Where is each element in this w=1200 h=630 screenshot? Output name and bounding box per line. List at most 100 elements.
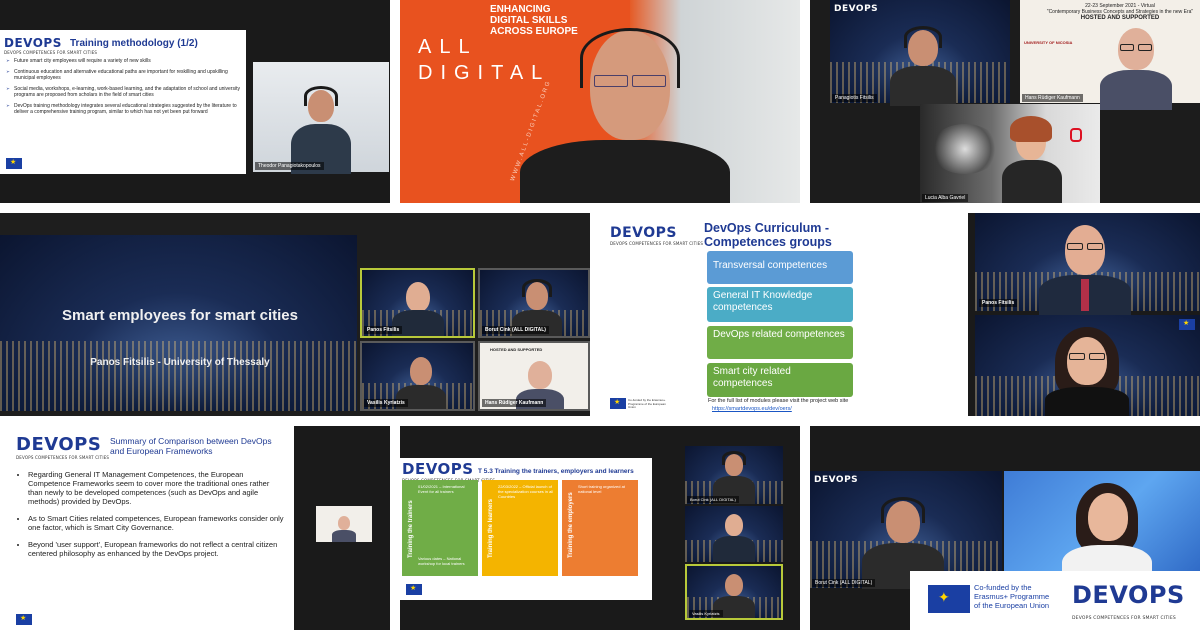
participant-video: 22-23 September 2021 - Virtual "Contempo… [1020, 0, 1200, 110]
competence-box: Smart city related competences [707, 363, 853, 397]
phase-label: Training the trainers [408, 500, 414, 558]
eu-flag-icon [406, 584, 422, 595]
participant-thumb [316, 506, 372, 542]
collage: DEVOPS DEVOPS COMPETENCES FOR SMART CITI… [0, 0, 1200, 630]
participant-name: Panos Fitsilis [364, 326, 403, 334]
banner-line: DIGITAL SKILLS [490, 15, 568, 26]
participant-name: Hans Rüdiger Kaufmann [1022, 94, 1083, 102]
footer-text: For the full list of modules please visi… [708, 398, 849, 404]
headphones-icon [304, 86, 338, 106]
speaker-name: Theodor Panagiotakopoulos [255, 162, 324, 170]
banner-line: ENHANCING [490, 4, 551, 15]
bullet-list: Regarding General IT Management Competen… [28, 470, 284, 558]
bullet: DevOps training methodology integrates s… [6, 103, 240, 116]
phase-label: Training the learners [488, 498, 494, 558]
participant-body [396, 385, 446, 409]
phase-head: Short training organized at national lev… [578, 484, 625, 494]
participant-thumb: Panos Fitsilis [360, 268, 475, 338]
bullet: Future smart city employees will require… [6, 58, 240, 65]
participant-video: Vasilis Kyriatzis [685, 564, 783, 620]
eu-funding-text: Co-funded by the Erasmus+ Programme of t… [974, 583, 1049, 610]
bullet: Beyond 'user support', European framewor… [28, 540, 284, 558]
bullet: Continuous education and alternative edu… [6, 69, 240, 82]
eu-line: Erasmus+ Programme [974, 592, 1050, 601]
slide: DEVOPS DEVOPS COMPETENCES FOR SMART CITI… [600, 213, 968, 416]
logo-text: DEVOPS [4, 36, 62, 50]
logo-subtitle: DEVOPS COMPETENCES FOR SMART CITIES [16, 455, 110, 460]
phase-column: Training the trainers 01/02/2021 – Inter… [402, 480, 478, 576]
hair [1010, 116, 1052, 142]
all-digital-brand: ALL DIGITAL [418, 34, 550, 86]
speaker-video: Theodor Panagiotakopoulos [253, 62, 389, 174]
phase-column: Training the learners 22/03/2022 – Offic… [482, 480, 558, 576]
tile-closing: DEVOPS Borut Cink (ALL DIGITAL) ✦ Co-fun… [810, 426, 1200, 630]
logo-text: DEVOPS [402, 460, 474, 478]
phase-head: 01/02/2021 – International Event for all… [418, 484, 465, 494]
participant-thumb: HOSTED AND SUPPORTED Hans Rüdiger Kaufma… [478, 341, 590, 411]
slide-subtitle: Panos Fitsilis - University of Thessaly [90, 357, 270, 368]
eu-stars: ✦ [938, 589, 950, 605]
slide: DEVOPS DEVOPS COMPETENCES FOR SMART CITI… [400, 458, 652, 600]
slide-title: Summary of Comparison between DevOps and… [110, 436, 272, 456]
participant-thumb: Borut Cink (ALL DIGITAL) [478, 268, 590, 338]
participant-name: Borut Cink (ALL DIGITAL) [687, 496, 739, 503]
competence-box: DevOps related competences [707, 326, 853, 359]
participant-head [1067, 337, 1107, 385]
brand-line: ALL [418, 36, 478, 58]
participant-head [725, 574, 743, 596]
participant-head [1065, 225, 1105, 275]
participant-name: Vasilis Kyriatzis [364, 399, 408, 407]
slide: DEVOPS DEVOPS COMPETENCES FOR SMART CITI… [0, 426, 294, 630]
headphones-icon [881, 497, 925, 523]
tile-smart-employees: Smart employees for smart cities Panos F… [0, 213, 590, 416]
tree-sculpture [930, 124, 1000, 174]
speaker-body [520, 140, 730, 203]
headphones-icon [722, 451, 746, 465]
devops-logo: DEVOPS DEVOPS COMPETENCES FOR SMART CITI… [16, 434, 109, 460]
devops-logo: DEVOPS DEVOPS COMPETENCES FOR SMART CITI… [610, 225, 703, 246]
headphones-icon [904, 26, 942, 48]
participant-body [1002, 160, 1062, 203]
bullet: Social media, workshops, e-learning, wor… [6, 86, 240, 99]
bullet-list: Future smart city employees will require… [6, 58, 240, 116]
phase-head: 22/03/2022 – Official launch of the spec… [498, 484, 554, 499]
slide-title: T 5.3 Training the trainers, employers a… [478, 468, 634, 475]
tile-summary-comparison: DEVOPS DEVOPS COMPETENCES FOR SMART CITI… [0, 426, 390, 630]
headphones-icon [580, 28, 680, 88]
participant-name: Lucia Alba Gavriel [922, 194, 969, 202]
headphones-icon [522, 279, 552, 297]
logo-text: DEVOPS [1072, 581, 1185, 609]
glasses-icon [1069, 353, 1085, 360]
banner-text: ENHANCING DIGITAL SKILLS ACROSS EUROPE [490, 4, 578, 37]
phase-column: Training the employers Short training or… [562, 480, 638, 576]
tile-curriculum: DEVOPS DEVOPS COMPETENCES FOR SMART CITI… [600, 213, 1200, 416]
participant-body [1100, 70, 1172, 110]
participant-head [338, 516, 350, 530]
devops-logo: DEVOPS [814, 475, 859, 485]
phase-label: Training the employers [568, 492, 574, 558]
slide-title: DevOps Curriculum - Competences groups [704, 221, 832, 249]
funding-banner: ✦ Co-funded by the Erasmus+ Programme of… [910, 571, 1200, 630]
participant-head [406, 282, 430, 312]
glasses-icon [1120, 44, 1134, 51]
glasses-icon [1087, 243, 1103, 250]
event-line: HOSTED AND SUPPORTED [1080, 15, 1160, 21]
project-link[interactable]: https://smartdevops.eu/dev/oers/ [712, 406, 792, 412]
slide: DEVOPS DEVOPS COMPETENCES FOR SMART CITI… [0, 30, 246, 174]
eu-flag-icon [16, 614, 32, 625]
bullet: Regarding General IT Management Competen… [28, 470, 284, 506]
participant-head [1088, 493, 1128, 541]
event-title: 22-23 September 2021 - Virtual "Contempo… [1040, 3, 1200, 21]
university-logo: UNIVERSITY OF NICOSIA [1024, 40, 1073, 45]
tile-training-methodology: DEVOPS DEVOPS COMPETENCES FOR SMART CITI… [0, 0, 390, 203]
red-lock-icon [1070, 128, 1082, 142]
eu-flag-icon [1179, 319, 1195, 330]
tile-all-digital-speaker: ENHANCING DIGITAL SKILLS ACROSS EUROPE A… [400, 0, 800, 203]
participant-body [890, 66, 956, 106]
eu-flag-icon [610, 398, 626, 409]
participant-video: DEVOPS Panagiotis Fitsilis [830, 0, 1010, 106]
glasses-icon [1067, 243, 1083, 250]
glasses-icon [1089, 353, 1105, 360]
tie [1081, 279, 1089, 311]
competence-box: General IT Knowledge competences [707, 287, 853, 322]
